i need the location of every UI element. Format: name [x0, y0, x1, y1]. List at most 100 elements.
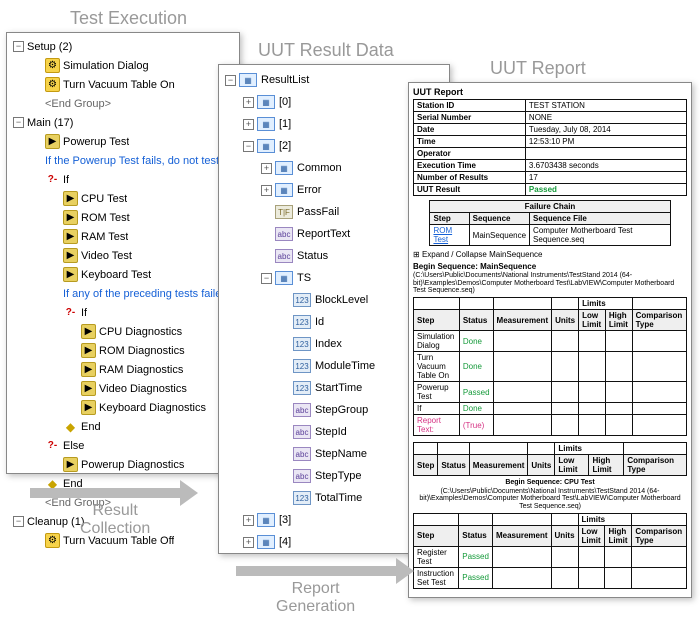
- limits-header: Limits: [578, 513, 632, 525]
- result-field-name: ResultList: [261, 74, 309, 86]
- exec-tree-row[interactable]: ▶RAM Test: [9, 227, 237, 246]
- string-icon: abc: [275, 227, 293, 241]
- tree-toggle-icon[interactable]: +: [243, 537, 254, 548]
- steps-cell: [579, 415, 606, 436]
- sequence-path: (C:\Users\Public\Documents\National Inst…: [413, 272, 687, 295]
- tree-toggle-icon[interactable]: +: [243, 515, 254, 526]
- steps-cell: [551, 567, 578, 588]
- action-icon: ⚙: [45, 58, 60, 73]
- steps-col: Units: [528, 455, 555, 476]
- flow-arrow-collect-head: [180, 480, 198, 506]
- steps-col: Status: [438, 455, 469, 476]
- exec-tree-row[interactable]: If the Powerup Test fails, do not test: [9, 151, 237, 170]
- exec-tree-row[interactable]: ▶ROM Diagnostics: [9, 341, 237, 360]
- steps-cell: [578, 567, 605, 588]
- tree-toggle-icon[interactable]: −: [13, 41, 24, 52]
- steps-cell: Simulation Dialog: [414, 331, 460, 352]
- boolean-icon: T|F: [275, 205, 293, 219]
- uut-report-panel: UUT Report Station IDTEST STATIONSerial …: [408, 82, 692, 598]
- exec-tree-row[interactable]: −Main (17): [9, 113, 237, 132]
- exec-tree-row[interactable]: ?-If: [9, 303, 237, 322]
- steps-cell: [578, 546, 605, 567]
- failure-chain-title: Failure Chain: [430, 201, 670, 213]
- tree-toggle-icon[interactable]: −: [13, 516, 24, 527]
- panel-title-exec: Test Execution: [70, 8, 187, 29]
- report-hdr-val: NONE: [525, 112, 686, 124]
- tree-row-label: RAM Test: [81, 231, 128, 243]
- number-icon: 123: [293, 315, 311, 329]
- test-execution-panel: −Setup (2)⚙Simulation Dialog⚙Turn Vacuum…: [6, 32, 240, 474]
- steps-cell: Passed: [459, 567, 493, 588]
- tree-row-label: Simulation Dialog: [63, 60, 149, 72]
- expand-collapse-link[interactable]: ⊞ Expand / Collapse MainSequence: [413, 250, 687, 259]
- flow-arrow-gen: [236, 566, 396, 576]
- report-hdr-key: Operator: [414, 148, 526, 160]
- tree-row-label: Keyboard Test: [81, 269, 151, 281]
- steps-cell: Report Text:: [414, 415, 460, 436]
- steps-col: Low Limit: [555, 455, 589, 476]
- steps-cell: [552, 403, 579, 415]
- exec-tree-row[interactable]: If any of the preceding tests failed: [9, 284, 237, 303]
- number-icon: 123: [293, 337, 311, 351]
- step-icon: ▶: [63, 191, 78, 206]
- exec-tree-row[interactable]: ▶Powerup Test: [9, 132, 237, 151]
- tree-toggle-icon[interactable]: +: [243, 97, 254, 108]
- tree-toggle-icon[interactable]: +: [261, 185, 272, 196]
- exec-tree-row[interactable]: ⚙Simulation Dialog: [9, 56, 237, 75]
- tree-toggle-icon[interactable]: +: [243, 119, 254, 130]
- steps-row: Instruction Set TestPassed: [414, 567, 687, 588]
- exec-tree-row[interactable]: <End Group>: [9, 94, 237, 113]
- step-icon: ▶: [81, 381, 96, 396]
- tree-toggle-icon[interactable]: −: [243, 141, 254, 152]
- exec-tree-row[interactable]: ▶Powerup Diagnostics: [9, 455, 237, 474]
- exec-tree-row[interactable]: ▶ROM Test: [9, 208, 237, 227]
- report-hdr-key: Station ID: [414, 100, 526, 112]
- steps-cell: If: [414, 403, 460, 415]
- action-icon: ⚙: [45, 533, 60, 548]
- failchain-col: Sequence: [469, 213, 529, 225]
- steps-col: Units: [552, 310, 579, 331]
- tree-toggle-icon[interactable]: −: [225, 75, 236, 86]
- tree-toggle-icon[interactable]: +: [261, 163, 272, 174]
- tree-toggle-icon[interactable]: −: [261, 273, 272, 284]
- string-icon: abc: [293, 447, 311, 461]
- step-icon: ▶: [63, 267, 78, 282]
- failchain-cell[interactable]: ROM Test: [430, 225, 469, 246]
- if-icon: ?-: [63, 305, 78, 320]
- steps-cell: [493, 352, 552, 382]
- steps-col: Low Limit: [578, 525, 605, 546]
- exec-tree-row[interactable]: −Setup (2): [9, 37, 237, 56]
- exec-tree-row[interactable]: ?-If: [9, 170, 237, 189]
- tree-row-label: Powerup Test: [63, 136, 129, 148]
- exec-tree-row[interactable]: ▶CPU Diagnostics: [9, 322, 237, 341]
- tree-row-label: If: [81, 307, 87, 319]
- steps-cell: [632, 415, 686, 436]
- tree-row-label: Turn Vacuum Table On: [63, 79, 175, 91]
- tree-row-label: Main (17): [27, 117, 73, 129]
- tree-row-label: RAM Diagnostics: [99, 364, 183, 376]
- tree-row-label: Video Diagnostics: [99, 383, 187, 395]
- exec-tree-row[interactable]: ▶CPU Test: [9, 189, 237, 208]
- exec-tree-row[interactable]: ⚙Turn Vacuum Table On: [9, 75, 237, 94]
- report-hdr-val: 17: [525, 172, 686, 184]
- result-field-name: StartTime: [315, 382, 362, 394]
- exec-tree-row[interactable]: ▶RAM Diagnostics: [9, 360, 237, 379]
- tree-toggle-icon[interactable]: −: [13, 117, 24, 128]
- exec-tree-row[interactable]: ▶Video Test: [9, 246, 237, 265]
- tree-row-label: Cleanup (1): [27, 516, 84, 528]
- exec-tree-row[interactable]: ▶Keyboard Diagnostics: [9, 398, 237, 417]
- panel-title-data: UUT Result Data: [258, 40, 394, 61]
- report-hdr-key: Serial Number: [414, 112, 526, 124]
- tree-row-label: CPU Diagnostics: [99, 326, 182, 338]
- steps-col: Comparison Type: [632, 525, 687, 546]
- exec-tree-row[interactable]: ?-Else: [9, 436, 237, 455]
- tree-row-label: Video Test: [81, 250, 132, 262]
- result-field-name: Index: [315, 338, 342, 350]
- steps-cell: [632, 546, 687, 567]
- steps-cell: (True): [459, 415, 493, 436]
- exec-tree-row[interactable]: ▶Keyboard Test: [9, 265, 237, 284]
- report-hdr-key: Time: [414, 136, 526, 148]
- exec-tree-row[interactable]: ▶Video Diagnostics: [9, 379, 237, 398]
- exec-tree-row[interactable]: ◆End: [9, 417, 237, 436]
- steps-col: High Limit: [605, 310, 632, 331]
